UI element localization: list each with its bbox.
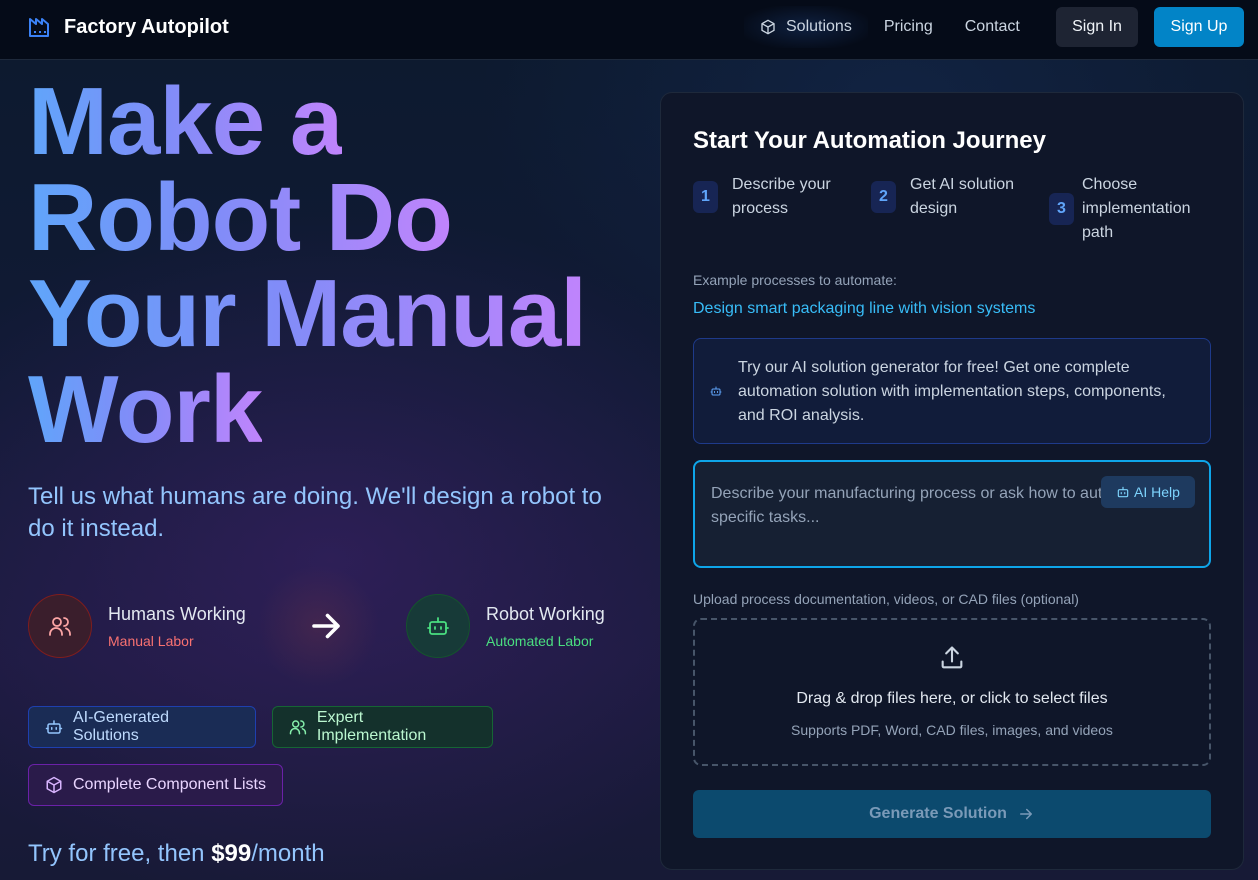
generate-label: Generate Solution <box>869 805 1007 822</box>
badge-label: Complete Component Lists <box>73 776 266 793</box>
humans-label: Humans Working <box>108 604 246 624</box>
upload-icon <box>941 646 963 669</box>
hero-title: Make a Robot Do Your Manual Work <box>28 74 648 458</box>
pricing-prefix: Try for free, then <box>28 840 212 867</box>
sign-up-button[interactable]: Sign Up <box>1154 7 1244 47</box>
step-number: 2 <box>871 181 896 213</box>
free-trial-info: Try our AI solution generator for free! … <box>693 338 1211 444</box>
brand[interactable]: Factory Autopilot <box>28 15 229 39</box>
users-icon <box>49 617 71 636</box>
badge-label: Expert Implementation <box>316 709 427 744</box>
info-text: Try our AI solution generator for free! … <box>738 359 1166 424</box>
badge-component-lists: Complete Component Lists <box>28 764 283 806</box>
nav-links: Solutions Pricing Contact <box>744 6 1036 48</box>
hero-subtitle: Tell us what humans are doing. We'll des… <box>28 483 602 542</box>
robot-label: Robot Working <box>486 604 605 624</box>
humans-sub: Manual Labor <box>108 633 194 649</box>
top-nav: Factory Autopilot Solutions Pricing Cont… <box>0 0 1258 60</box>
badge-ai-solutions: AI-Generated Solutions <box>28 706 256 748</box>
dropzone-main-text: Drag & drop files here, or click to sele… <box>796 690 1108 707</box>
step-number: 1 <box>693 181 718 213</box>
pricing-line: Try for free, then $99/month <box>28 840 325 868</box>
hero-title-line: Work <box>28 356 263 463</box>
step-3: 3 Choose implementation path <box>1049 173 1191 245</box>
robot-avatar <box>406 594 470 658</box>
nav-pricing-label: Pricing <box>883 18 933 35</box>
step-number: 3 <box>1049 193 1074 225</box>
examples-label: Example processes to automate: <box>693 272 897 288</box>
example-process-link[interactable]: Design smart packaging line with vision … <box>693 300 1035 318</box>
nav-contact[interactable]: Contact <box>949 6 1036 48</box>
cube-icon <box>46 776 62 794</box>
hero-title-line: Make a <box>28 68 343 175</box>
arrow-right-icon <box>1019 808 1032 820</box>
generate-solution-button[interactable]: Generate Solution <box>693 790 1211 838</box>
bot-icon <box>710 386 722 396</box>
step-text: Describe your process <box>732 176 831 217</box>
nav-solutions-label: Solutions <box>786 18 852 35</box>
factory-icon <box>29 18 49 37</box>
nav-contact-label: Contact <box>964 18 1020 35</box>
brand-name: Factory Autopilot <box>64 15 229 38</box>
pricing-price: $99 <box>211 840 252 867</box>
automation-journey-card: Start Your Automation Journey 1 Describe… <box>660 92 1244 870</box>
step-text: Get AI solution design <box>910 176 1015 217</box>
badge-label: AI-Generated Solutions <box>72 709 170 744</box>
process-description-input[interactable]: Describe your manufacturing process or a… <box>693 460 1211 568</box>
humans-avatar <box>28 594 92 658</box>
pricing-suffix: /month <box>251 840 325 867</box>
step-2: 2 Get AI solution design <box>871 173 1014 221</box>
sign-in-button[interactable]: Sign In <box>1056 7 1138 47</box>
hero-title-line: Your Manual <box>28 260 587 367</box>
nav-pricing[interactable]: Pricing <box>868 6 949 48</box>
upload-label: Upload process documentation, videos, or… <box>693 591 1079 607</box>
step-text: Choose implementation path <box>1082 176 1191 241</box>
dropzone-sub-text: Supports PDF, Word, CAD files, images, a… <box>791 722 1113 738</box>
card-title: Start Your Automation Journey <box>693 127 1046 154</box>
nav-solutions[interactable]: Solutions <box>744 6 868 48</box>
file-dropzone[interactable]: Drag & drop files here, or click to sele… <box>693 618 1211 766</box>
hero-title-line: Robot Do <box>28 164 453 271</box>
cube-icon <box>761 19 775 35</box>
bot-icon <box>45 720 63 734</box>
bot-icon <box>427 617 449 635</box>
bot-icon <box>1117 486 1129 498</box>
human-to-robot-graphic: Humans Working Manual Labor Robot Workin… <box>28 564 628 688</box>
ai-help-label: AI Help <box>1134 484 1180 500</box>
users-icon <box>289 720 307 735</box>
robot-sub: Automated Labor <box>486 633 594 649</box>
step-1: 1 Describe your process <box>693 173 831 221</box>
ai-help-button[interactable]: AI Help <box>1101 476 1195 508</box>
badge-expert-implementation: Expert Implementation <box>272 706 493 748</box>
arrow-right-icon <box>312 613 340 639</box>
